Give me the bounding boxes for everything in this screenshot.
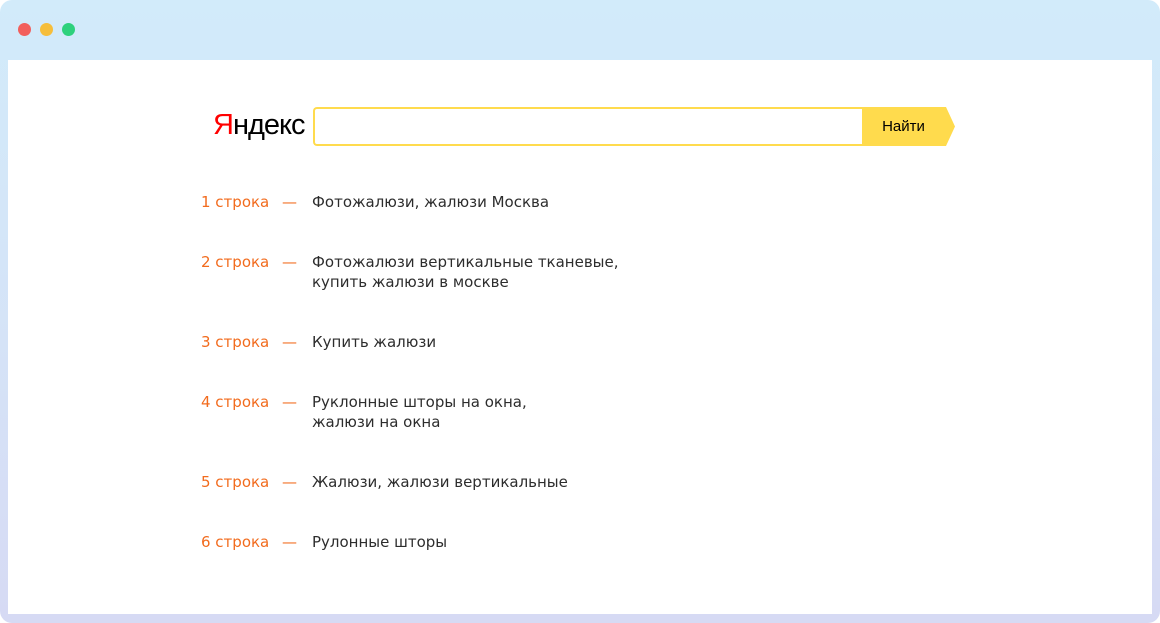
row-dash: —: [282, 333, 297, 351]
window-controls: [18, 23, 75, 36]
search-form: Найти: [313, 107, 955, 146]
yandex-logo[interactable]: Яндекс: [213, 108, 306, 142]
row-dash: —: [282, 393, 297, 411]
row-text: Руклонные шторы на окна, жалюзи на окна: [312, 393, 527, 431]
search-button[interactable]: Найти: [862, 107, 955, 146]
logo-rest: ндекс: [232, 109, 306, 141]
row-text: Рулонные шторы: [312, 533, 448, 551]
row-number: 5 строка: [201, 473, 270, 491]
row-dash: —: [282, 473, 297, 491]
browser-window: Яндекс Найти 1 строка — Фотожалюзи, жалю…: [0, 0, 1160, 623]
close-button[interactable]: [18, 23, 31, 36]
search-input[interactable]: [313, 107, 862, 146]
maximize-button[interactable]: [62, 23, 75, 36]
row-dash: —: [282, 193, 297, 211]
row-text: Фотожалюзи вертикальные тканевые, купить…: [312, 253, 619, 291]
row-number: 1 строка: [201, 193, 270, 211]
row-text: Фотожалюзи, жалюзи Москва: [312, 193, 550, 211]
row-number: 2 строка: [201, 253, 270, 271]
row-dash: —: [282, 533, 297, 551]
logo-first-letter: Я: [213, 109, 234, 141]
row-dash: —: [282, 253, 297, 271]
row-text: Жалюзи, жалюзи вертикальные: [312, 473, 568, 491]
row-text: Купить жалюзи: [312, 333, 437, 351]
page-content: Яндекс Найти 1 строка — Фотожалюзи, жалю…: [8, 60, 1152, 614]
row-number: 3 строка: [201, 333, 270, 351]
row-number: 4 строка: [201, 393, 270, 411]
row-number: 6 строка: [201, 533, 270, 551]
minimize-button[interactable]: [40, 23, 53, 36]
